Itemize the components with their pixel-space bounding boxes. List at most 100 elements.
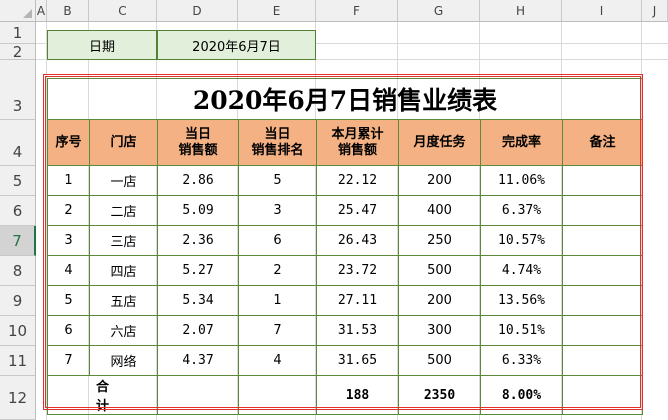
- cell-month-cumulative[interactable]: 23.72: [316, 255, 399, 286]
- cell-daily-sales[interactable]: 5.27: [157, 255, 239, 286]
- column-header-j[interactable]: J: [642, 0, 668, 22]
- cell-daily-sales[interactable]: 4.37: [157, 345, 239, 376]
- cell-store[interactable]: 三店: [89, 225, 158, 256]
- row-header-3[interactable]: 3: [0, 60, 36, 120]
- cell-month-target[interactable]: 250: [398, 225, 481, 256]
- cell-note[interactable]: [562, 375, 643, 415]
- cell-completion-rate[interactable]: 4.74%: [480, 255, 563, 286]
- column-header-f[interactable]: F: [316, 0, 398, 22]
- total-month-cumulative[interactable]: 188: [316, 375, 399, 415]
- row-header-11[interactable]: 11: [0, 346, 36, 376]
- cell-daily-sales[interactable]: 2.86: [157, 165, 239, 196]
- cell-daily-sales[interactable]: 5.09: [157, 195, 239, 226]
- cell-note[interactable]: [562, 225, 643, 256]
- cell-note[interactable]: [562, 345, 643, 376]
- cell-store[interactable]: 网络: [89, 345, 158, 376]
- cell-store[interactable]: 一店: [89, 165, 158, 196]
- header-store[interactable]: 门店: [89, 119, 158, 166]
- cell-completion-rate[interactable]: 10.51%: [480, 315, 563, 346]
- cell-seq[interactable]: 6: [47, 315, 90, 346]
- column-header-d[interactable]: D: [157, 0, 238, 22]
- table-title[interactable]: 2020年6月7日销售业绩表: [47, 78, 643, 120]
- date-value-cell[interactable]: 2020年6月7日: [157, 30, 316, 60]
- header-seq[interactable]: 序号: [47, 119, 90, 166]
- column-header-h[interactable]: H: [480, 0, 562, 22]
- cell-daily-rank[interactable]: 3: [238, 195, 317, 226]
- cell-daily-rank[interactable]: 5: [238, 165, 317, 196]
- row-header-10[interactable]: 10: [0, 316, 36, 346]
- cell-daily-rank[interactable]: 7: [238, 315, 317, 346]
- cell-seq[interactable]: 3: [47, 225, 90, 256]
- cell-seq[interactable]: 4: [47, 255, 90, 286]
- cell-daily-rank[interactable]: 6: [238, 225, 317, 256]
- cell-store[interactable]: 六店: [89, 315, 158, 346]
- date-label-cell[interactable]: 日期: [47, 30, 157, 60]
- row-header-1[interactable]: 1: [0, 22, 36, 44]
- cell-month-cumulative[interactable]: 31.53: [316, 315, 399, 346]
- table-row: 4 四店 5.27 2 23.72 500 4.74%: [47, 255, 643, 286]
- cell-month-target[interactable]: 200: [398, 285, 481, 316]
- cell-month-target[interactable]: 400: [398, 195, 481, 226]
- cell-completion-rate[interactable]: 10.57%: [480, 225, 563, 256]
- cell-note[interactable]: [562, 255, 643, 286]
- cell-month-cumulative[interactable]: 31.65: [316, 345, 399, 376]
- cell-month-target[interactable]: 200: [398, 165, 481, 196]
- cell-note[interactable]: [562, 165, 643, 196]
- cell-completion-rate[interactable]: 13.56%: [480, 285, 563, 316]
- table-row: 5 五店 5.34 1 27.11 200 13.56%: [47, 285, 643, 316]
- sales-performance-table: 2020年6月7日销售业绩表 序号 门店 当日 销售额 当日 销售排名 本月累计 销售…: [47, 78, 643, 415]
- cell-seq[interactable]: 7: [47, 345, 90, 376]
- column-header-a[interactable]: A: [36, 0, 47, 22]
- cell-month-cumulative[interactable]: 25.47: [316, 195, 399, 226]
- cell-note[interactable]: [562, 315, 643, 346]
- column-header-e[interactable]: E: [238, 0, 316, 22]
- header-daily-rank[interactable]: 当日 销售排名: [238, 119, 317, 166]
- cell-completion-rate[interactable]: 6.33%: [480, 345, 563, 376]
- header-note[interactable]: 备注: [562, 119, 643, 166]
- row-header-5[interactable]: 5: [0, 166, 36, 196]
- total-month-target[interactable]: 2350: [398, 375, 481, 415]
- column-header-c[interactable]: C: [89, 0, 157, 22]
- cell-daily-rank[interactable]: 1: [238, 285, 317, 316]
- row-header-9[interactable]: 9: [0, 286, 36, 316]
- header-month-cumulative[interactable]: 本月累计 销售额: [316, 119, 399, 166]
- cell-daily-rank[interactable]: 2: [238, 255, 317, 286]
- total-completion-rate[interactable]: 8.00%: [480, 375, 563, 415]
- cell-month-cumulative[interactable]: 26.43: [316, 225, 399, 256]
- cell-seq[interactable]: 2: [47, 195, 90, 226]
- cell-completion-rate[interactable]: 11.06%: [480, 165, 563, 196]
- cell-store[interactable]: 五店: [89, 285, 158, 316]
- total-label[interactable]: 合计: [47, 375, 158, 415]
- cell-month-target[interactable]: 300: [398, 315, 481, 346]
- row-header-2[interactable]: 2: [0, 43, 36, 61]
- cell-note[interactable]: [562, 285, 643, 316]
- column-header-i[interactable]: I: [562, 0, 642, 22]
- cell-completion-rate[interactable]: 6.37%: [480, 195, 563, 226]
- cell-daily-sales[interactable]: 5.34: [157, 285, 239, 316]
- cell-daily-sales[interactable]: 2.07: [157, 315, 239, 346]
- cell-seq[interactable]: 5: [47, 285, 90, 316]
- column-header-g[interactable]: G: [398, 0, 480, 22]
- row-header-7[interactable]: 7: [0, 226, 36, 256]
- cell-month-target[interactable]: 500: [398, 255, 481, 286]
- cell-month-target[interactable]: 500: [398, 345, 481, 376]
- cell-daily-rank[interactable]: 4: [238, 345, 317, 376]
- row-header-4[interactable]: 4: [0, 120, 36, 166]
- column-header-b[interactable]: B: [47, 0, 89, 22]
- cell-store[interactable]: 二店: [89, 195, 158, 226]
- cell-month-cumulative[interactable]: 27.11: [316, 285, 399, 316]
- cell-store[interactable]: 四店: [89, 255, 158, 286]
- cell-month-cumulative[interactable]: 22.12: [316, 165, 399, 196]
- row-header-6[interactable]: 6: [0, 196, 36, 226]
- row-header-12[interactable]: 12: [0, 376, 36, 420]
- cell-empty[interactable]: [157, 375, 239, 415]
- cell-daily-sales[interactable]: 2.36: [157, 225, 239, 256]
- header-daily-sales[interactable]: 当日 销售额: [157, 119, 239, 166]
- header-month-target[interactable]: 月度任务: [398, 119, 481, 166]
- cell-empty[interactable]: [238, 375, 317, 415]
- select-all-corner[interactable]: [0, 0, 36, 22]
- row-header-8[interactable]: 8: [0, 256, 36, 286]
- cell-note[interactable]: [562, 195, 643, 226]
- cell-seq[interactable]: 1: [47, 165, 90, 196]
- header-completion-rate[interactable]: 完成率: [480, 119, 563, 166]
